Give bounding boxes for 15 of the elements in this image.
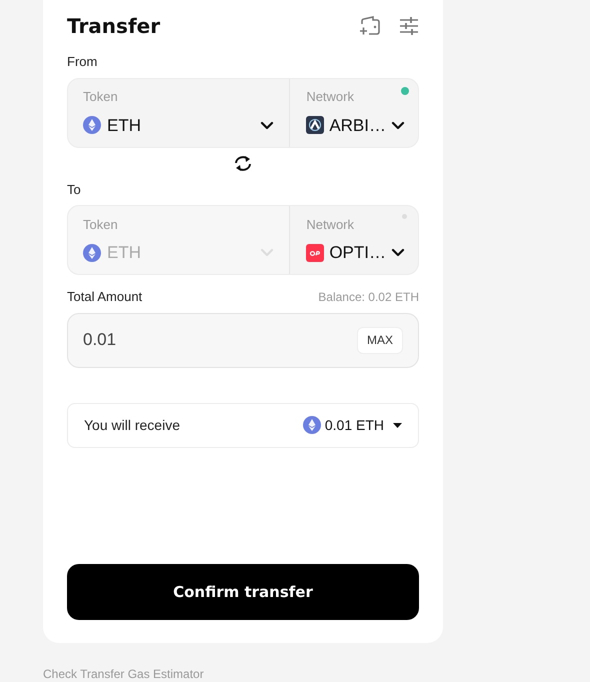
amount-label: Total Amount	[67, 288, 142, 306]
swap-arrows-icon[interactable]	[233, 154, 253, 172]
receive-label: You will receive	[84, 416, 180, 434]
amount-field[interactable]: 0.01 MAX	[67, 312, 419, 368]
balance-text: Balance: 0.02 ETH	[318, 288, 419, 306]
receive-amount: 0.01 ETH	[324, 416, 384, 434]
max-button[interactable]: MAX	[356, 326, 403, 354]
section-label: To	[67, 180, 82, 198]
caret-down-icon[interactable]	[393, 422, 402, 428]
section-label: From	[67, 53, 98, 71]
settings-sliders-icon[interactable]	[399, 17, 419, 35]
ethereum-icon	[302, 416, 321, 434]
wallet-add-icon[interactable]	[359, 16, 381, 36]
confirm-button[interactable]: Confirm transfer	[67, 564, 419, 620]
title: Transfer	[67, 13, 160, 40]
